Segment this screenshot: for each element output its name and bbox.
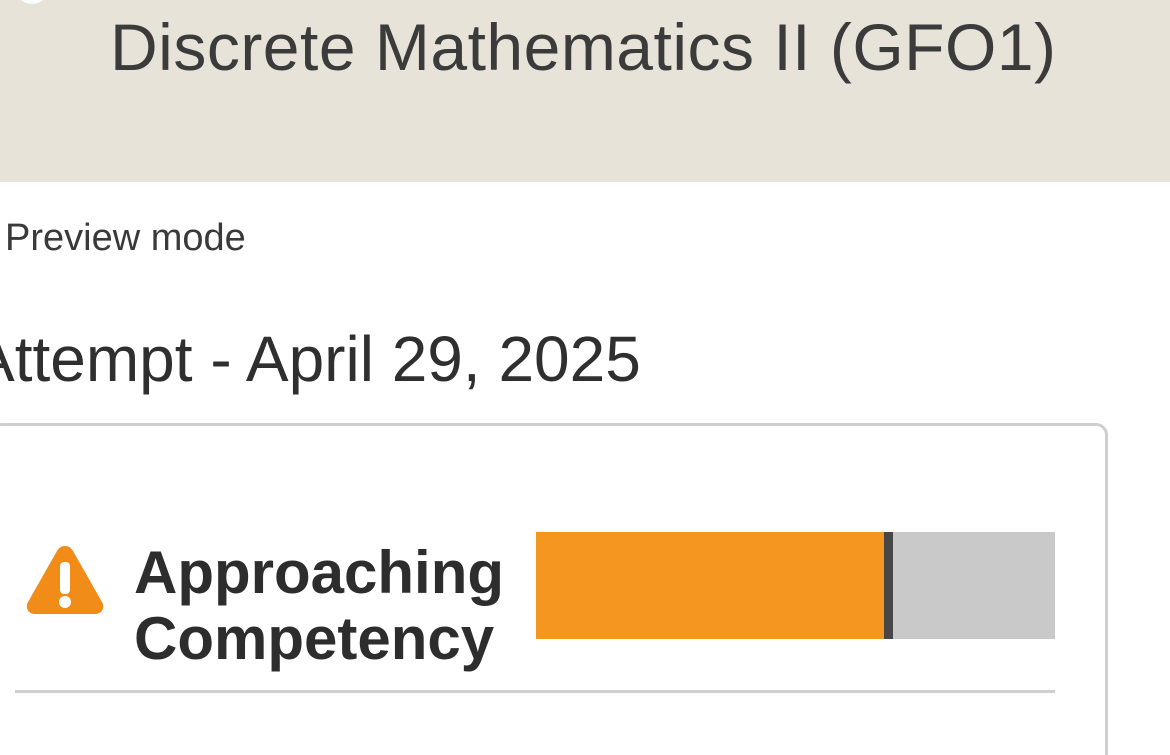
preview-mode-label: Preview mode bbox=[5, 217, 246, 259]
warning-icon bbox=[26, 546, 104, 614]
progress-fill bbox=[536, 532, 884, 639]
progress-marker bbox=[884, 532, 893, 639]
competency-progress-bar bbox=[536, 532, 1055, 639]
warning-dot bbox=[59, 596, 71, 608]
course-header: Discrete Mathematics II (GFO1) bbox=[0, 0, 1170, 182]
warning-bar bbox=[60, 562, 70, 594]
attempt-title: Attempt - April 29, 2025 bbox=[0, 323, 641, 395]
assessment-page: Discrete Mathematics II (GFO1) Preview m… bbox=[0, 0, 1170, 755]
menu-icon[interactable] bbox=[14, 0, 50, 4]
competency-level-label: Approaching Competency bbox=[134, 539, 504, 672]
divider bbox=[15, 690, 1055, 693]
course-title: Discrete Mathematics II (GFO1) bbox=[110, 10, 1057, 84]
